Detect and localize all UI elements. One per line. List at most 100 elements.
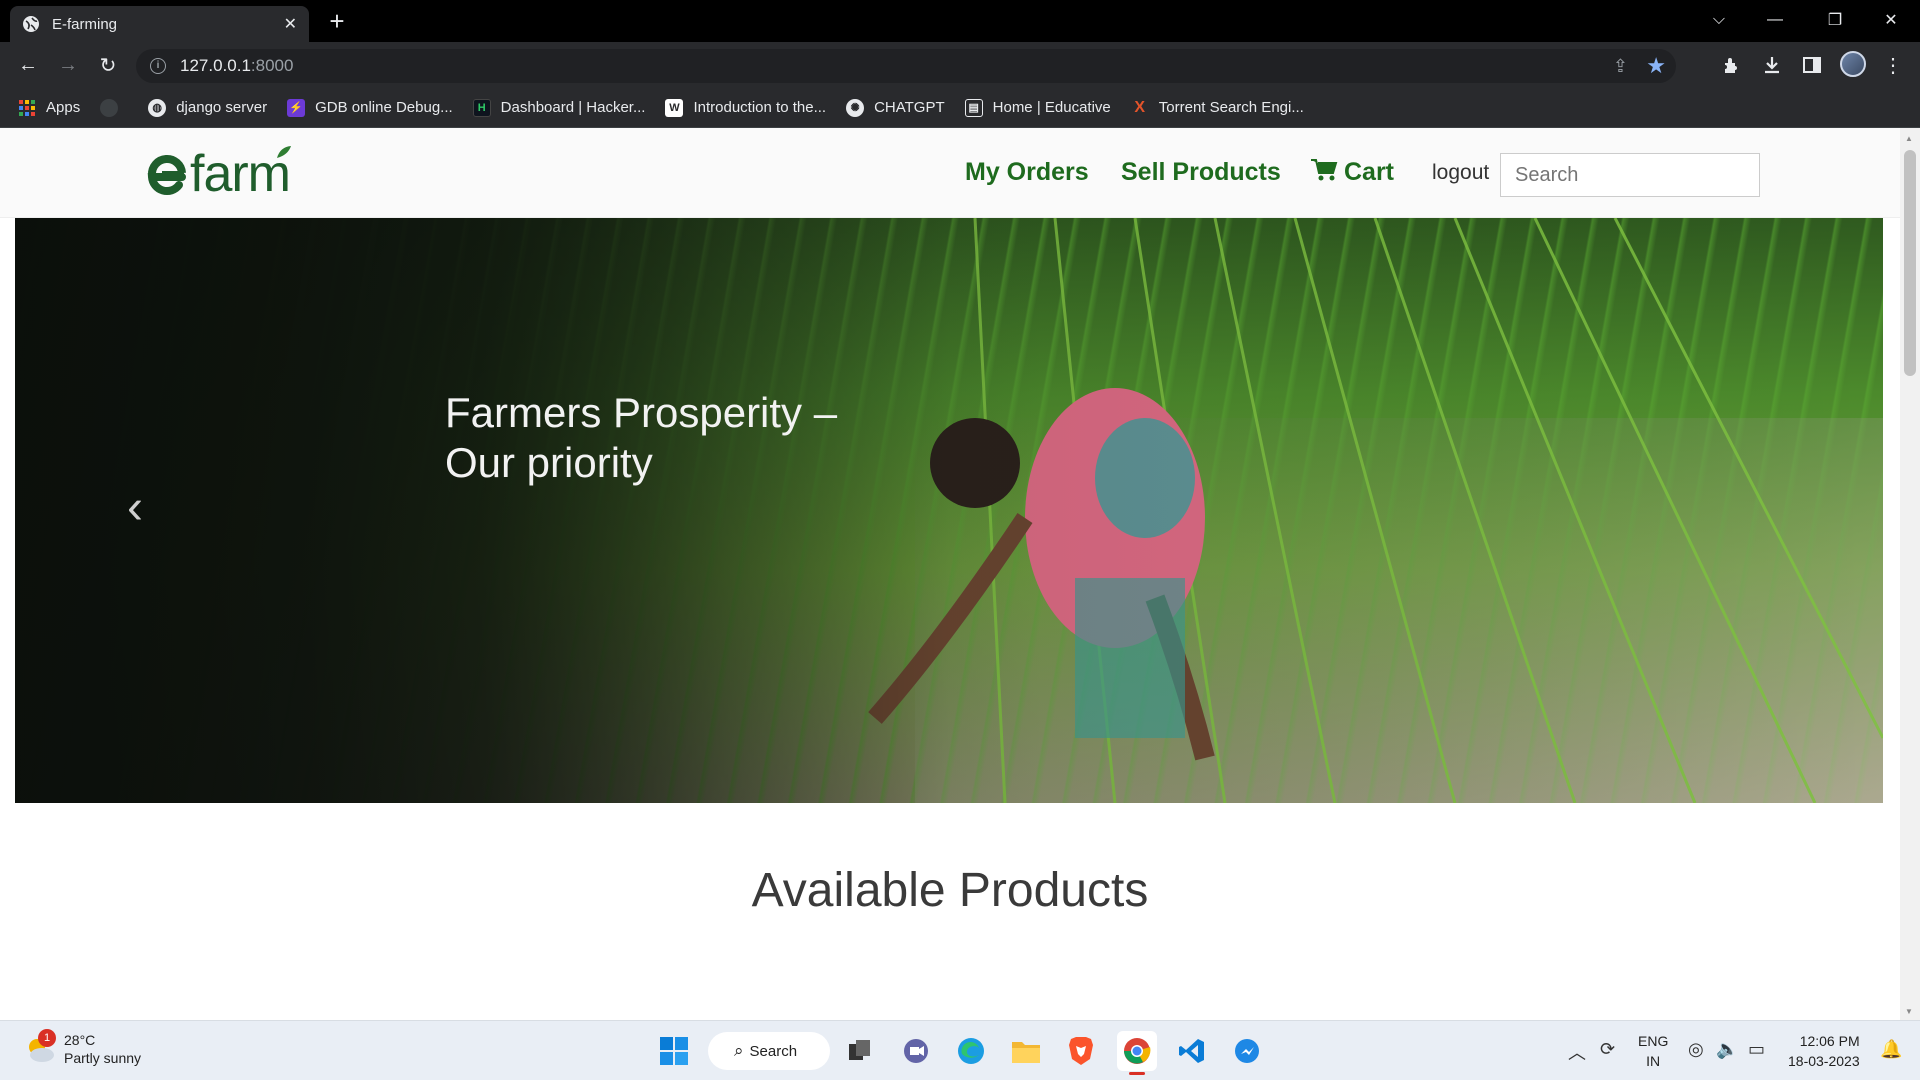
bookmark-label: Dashboard | Hacker... — [500, 99, 646, 116]
back-button[interactable]: ← — [14, 51, 42, 79]
bookmark-django-server[interactable]: ◍ django server — [148, 98, 268, 117]
browser-tab[interactable]: E-farming ✕ — [10, 6, 309, 42]
system-clock[interactable]: 12:06 PM 18-03-2023 — [1788, 1031, 1860, 1071]
bookmark-chatgpt[interactable]: ✺ CHATGPT — [846, 98, 945, 117]
torrent-icon: X — [1134, 98, 1146, 116]
weather-desc: Partly sunny — [64, 1050, 142, 1066]
address-bar[interactable]: i 127.0.0.1:8000 ⇪ ★ — [136, 49, 1676, 83]
brave-browser-icon[interactable] — [1061, 1031, 1101, 1071]
leaf-icon — [277, 146, 291, 158]
bookmark-github[interactable] — [100, 98, 128, 117]
scroll-thumb[interactable] — [1904, 150, 1916, 376]
logo-e-leaf-icon — [147, 154, 186, 195]
reload-button[interactable]: ↻ — [94, 51, 122, 79]
hero-caption: Farmers Prosperity – Our priority — [445, 388, 837, 488]
new-tab-button[interactable]: + — [323, 8, 351, 36]
educative-home-icon: ▤ — [964, 98, 983, 117]
clock-time: 12:06 PM — [1799, 1033, 1860, 1049]
browser-tab-strip: E-farming ✕ + ⌵ — ❐ ✕ — [0, 0, 1920, 42]
nav-logout[interactable]: logout — [1432, 161, 1489, 185]
site-navbar: farm My Orders Sell Products Cart logout — [0, 128, 1900, 218]
apps-grid-icon — [19, 99, 35, 116]
profile-avatar[interactable] — [1840, 51, 1866, 77]
restore-button[interactable]: ❐ — [1810, 0, 1860, 40]
bookmark-star-icon[interactable]: ★ — [1646, 53, 1666, 79]
teams-chat-icon[interactable] — [896, 1031, 936, 1071]
chatgpt-icon: ✺ — [846, 98, 865, 117]
browser-toolbar: ← → ↻ i 127.0.0.1:8000 ⇪ ★ ⋮ — [0, 42, 1920, 88]
download-icon[interactable] — [1759, 52, 1785, 78]
bookmark-educative-home[interactable]: ▤ Home | Educative — [964, 98, 1111, 117]
hero-carousel: Farmers Prosperity – Our priority ‹ — [15, 218, 1883, 803]
bookmark-label: Torrent Search Engi... — [1158, 99, 1304, 116]
file-explorer-icon[interactable] — [1006, 1031, 1046, 1071]
extensions-icon[interactable] — [1719, 52, 1745, 78]
weather-temp: 28°C — [64, 1032, 96, 1048]
active-app-indicator — [1129, 1072, 1145, 1075]
forward-button[interactable]: → — [54, 51, 82, 79]
page-scrollbar[interactable]: ▲ ▼ — [1900, 128, 1920, 1020]
taskbar-search[interactable]: ⌕ Search — [708, 1032, 830, 1070]
weather-widget[interactable]: 1 28°C Partly sunny — [24, 1029, 142, 1067]
bookmark-label: Home | Educative — [992, 99, 1111, 116]
edge-browser-icon[interactable] — [951, 1031, 991, 1071]
carousel-prev-chevron-icon[interactable]: ‹ — [127, 480, 143, 535]
bookmark-apps[interactable]: Apps — [18, 99, 80, 117]
share-icon[interactable]: ⇪ — [1613, 56, 1628, 77]
show-hidden-icons-chevron-icon[interactable]: ︿ — [1568, 1039, 1586, 1065]
hero-caption-line2: Our priority — [445, 439, 653, 486]
volume-icon[interactable]: 🔈 — [1716, 1039, 1738, 1060]
weather-badge: 1 — [38, 1029, 56, 1047]
messenger-app-icon[interactable] — [1227, 1031, 1267, 1071]
hero-caption-line1: Farmers Prosperity – — [445, 389, 838, 436]
site-info-icon[interactable]: i — [150, 58, 166, 74]
side-panel-icon[interactable] — [1799, 52, 1825, 78]
close-tab-icon[interactable]: ✕ — [284, 14, 297, 34]
windows-taskbar: 1 28°C Partly sunny ⌕ Search ︿ ⟳ ENG IN … — [0, 1020, 1920, 1080]
github-icon — [100, 98, 119, 117]
menu-kebab-icon[interactable]: ⋮ — [1880, 52, 1906, 78]
minimize-button[interactable]: — — [1750, 0, 1800, 40]
search-icon: ⌕ — [734, 1041, 744, 1060]
search-input[interactable] — [1500, 153, 1760, 197]
globe-icon: ◍ — [148, 98, 167, 117]
scroll-up-arrow-icon[interactable]: ▲ — [1905, 134, 1913, 143]
scroll-down-arrow-icon[interactable]: ▼ — [1905, 1007, 1913, 1016]
taskbar-search-label: Search — [749, 1042, 798, 1060]
logo-text: farm — [190, 145, 291, 203]
bookmark-introduction[interactable]: W Introduction to the... — [665, 98, 827, 117]
rice-field-image — [15, 218, 1883, 803]
bookmark-hackerrank[interactable]: H Dashboard | Hacker... — [472, 98, 646, 117]
bookmark-torrent[interactable]: X Torrent Search Engi... — [1131, 98, 1304, 117]
chrome-browser-icon[interactable] — [1117, 1031, 1157, 1075]
battery-icon[interactable]: ▭ — [1748, 1039, 1765, 1060]
windows-start-icon[interactable] — [654, 1031, 694, 1071]
cart-label: Cart — [1344, 158, 1395, 186]
efarm-logo[interactable]: farm — [142, 145, 292, 203]
close-window-button[interactable]: ✕ — [1866, 0, 1916, 40]
bookmark-label: django server — [176, 99, 268, 116]
input-language-indicator[interactable]: ENG IN — [1638, 1031, 1668, 1071]
network-globe-icon[interactable]: ◎ — [1688, 1039, 1704, 1060]
notifications-bell-icon[interactable]: 🔔 — [1880, 1039, 1902, 1060]
url-host: 127.0.0.1 — [180, 56, 251, 75]
task-view-icon[interactable] — [840, 1031, 880, 1071]
bookmark-label: Introduction to the... — [693, 99, 827, 116]
vscode-icon[interactable] — [1172, 1031, 1212, 1071]
gdb-icon: ⚡ — [287, 98, 306, 117]
cart-icon — [1311, 159, 1338, 181]
nav-sell-products[interactable]: Sell Products — [1121, 158, 1281, 187]
bookmark-label: Apps — [46, 99, 81, 116]
bookmark-label: GDB online Debug... — [315, 99, 453, 116]
nav-cart[interactable]: Cart — [1310, 158, 1394, 187]
lang-line2: IN — [1646, 1053, 1661, 1069]
educative-icon: W — [665, 98, 684, 117]
partly-sunny-icon: 1 — [24, 1029, 56, 1065]
tab-search-chevron-icon[interactable]: ⌵ — [1694, 0, 1744, 40]
nav-my-orders[interactable]: My Orders — [965, 158, 1089, 187]
bookmark-label: CHATGPT — [874, 99, 945, 116]
sync-icon[interactable]: ⟳ — [1600, 1039, 1615, 1060]
bookmark-gdb[interactable]: ⚡ GDB online Debug... — [287, 98, 453, 117]
clock-date: 18-03-2023 — [1788, 1053, 1860, 1069]
lang-line1: ENG — [1638, 1033, 1669, 1049]
